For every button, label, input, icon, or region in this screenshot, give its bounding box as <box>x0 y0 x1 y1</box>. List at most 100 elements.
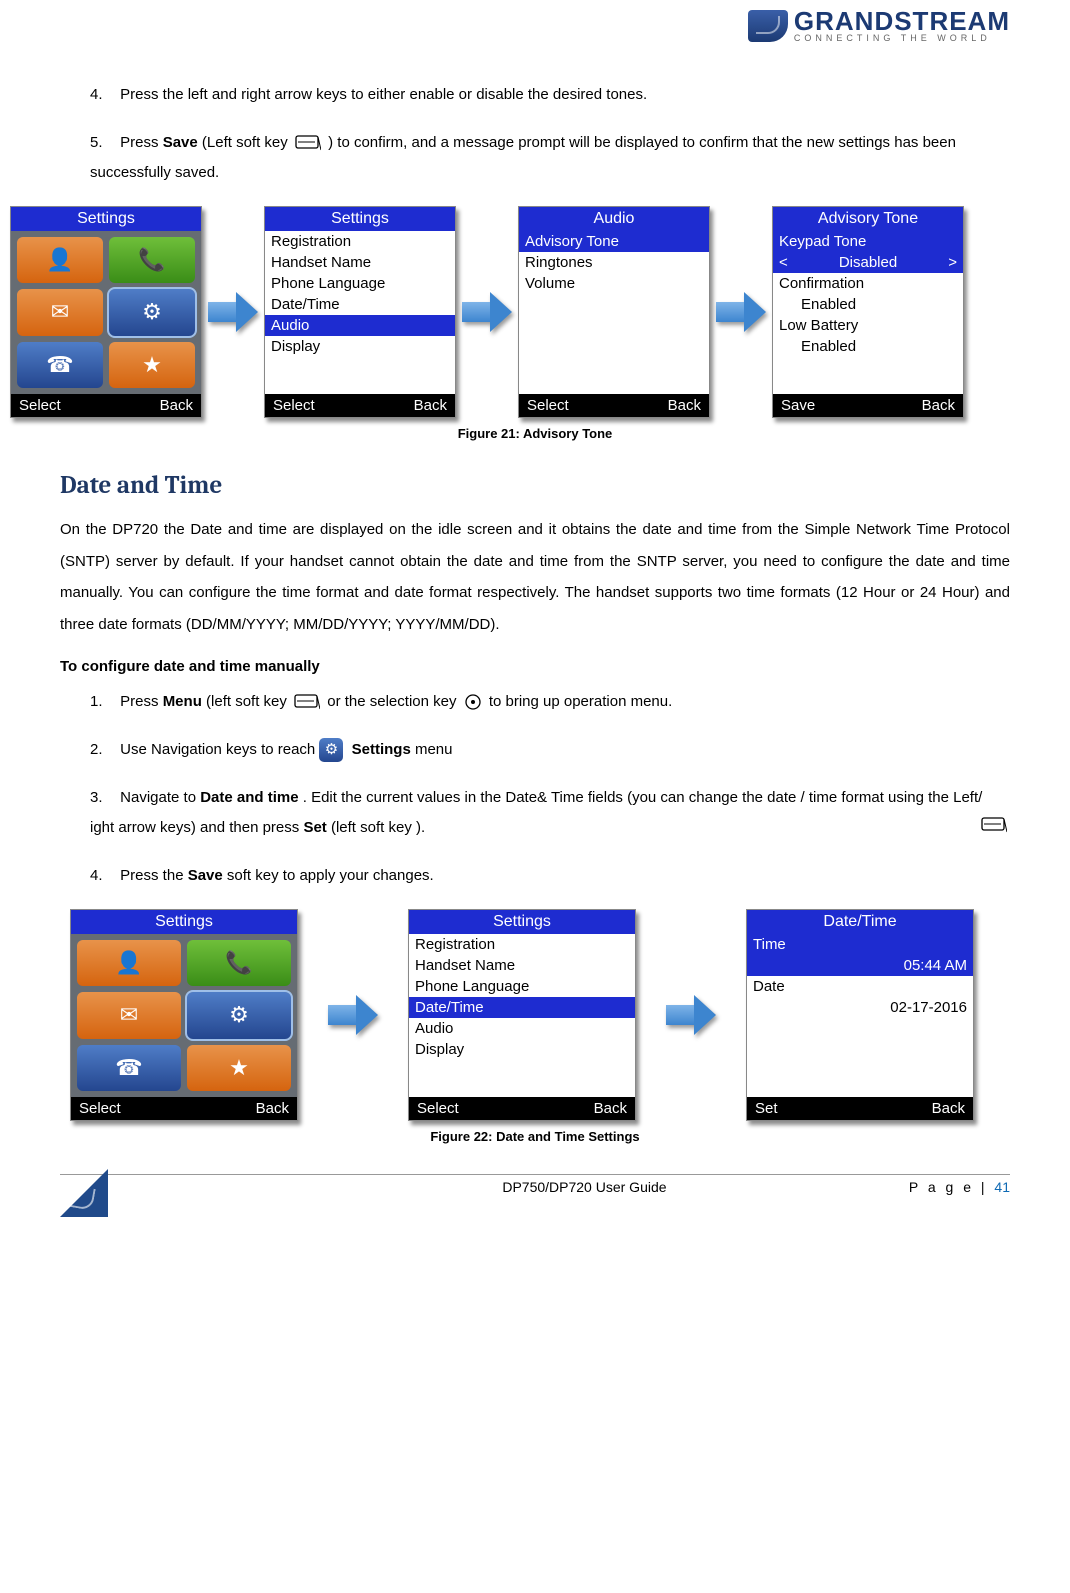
page-number: P a g e | 41 <box>909 1179 1010 1195</box>
step-bold: Settings <box>352 741 411 758</box>
favorites-icon: ★ <box>187 1045 291 1091</box>
list-item: Confirmation <box>773 273 963 294</box>
list-item: Date <box>747 976 973 997</box>
step-bold: Menu <box>163 693 202 710</box>
screen-settings-grid: Settings 👤 📞 ✉ ⚙ ☎ ★ Select Back <box>70 909 298 1121</box>
sub-heading: To configure date and time manually <box>60 658 1010 675</box>
page-num: 41 <box>994 1179 1010 1195</box>
step-5: 5. Press Save (Left soft key ) to confir… <box>90 128 1010 188</box>
list-item-selected: Audio <box>265 315 455 336</box>
figure-21-row: Settings 👤 📞 ✉ ⚙ ☎ ★ Select Back Setting… <box>10 206 1010 418</box>
dt-step-4: 4. Press the Save soft key to apply your… <box>90 861 1010 891</box>
screen-title: Audio <box>519 207 709 231</box>
step-text: to bring up operation menu. <box>489 693 672 710</box>
list-item: Volume <box>519 273 709 294</box>
chevron-left-icon: < <box>779 254 788 271</box>
step-bold: Save <box>188 867 223 884</box>
screen-title: Settings <box>11 207 201 231</box>
step-text: menu <box>415 741 453 758</box>
softkey-left: Save <box>781 397 815 414</box>
screen-date-time: Date/Time Time 05:44 AM Date 02-17-2016 … <box>746 909 974 1121</box>
step-text: Use Navigation keys to reach <box>120 741 319 758</box>
step-text: (left soft key <box>206 693 291 710</box>
figure-caption: Figure 22: Date and Time Settings <box>60 1129 1010 1144</box>
list-item: Date/Time <box>265 294 455 315</box>
chevron-right-icon: > <box>948 254 957 271</box>
logo-sub: CONNECTING THE WORLD <box>794 34 1010 43</box>
softkey-icon <box>981 817 1007 833</box>
step-number: 3. <box>90 783 116 813</box>
flow-arrow-icon <box>716 292 766 332</box>
softkey-icon <box>294 694 320 710</box>
softkey-right: Back <box>256 1100 289 1117</box>
list-item: Display <box>409 1039 635 1060</box>
dt-step-1: 1. Press Menu (left soft key or the sele… <box>90 687 1010 717</box>
list-item-selected: Keypad Tone <box>773 231 963 252</box>
settings-icon-grid: 👤 📞 ✉ ⚙ ☎ ★ <box>71 934 297 1097</box>
step-text: Press the <box>120 867 188 884</box>
contacts-icon: 👤 <box>77 940 181 986</box>
body-paragraph: On the DP720 the Date and time are displ… <box>60 514 1010 640</box>
list-item: Registration <box>409 934 635 955</box>
favorites-icon: ★ <box>109 342 195 388</box>
screen-title: Date/Time <box>747 910 973 934</box>
softkey-right: Back <box>414 397 447 414</box>
step-text: Press <box>120 134 163 151</box>
flow-arrow-icon <box>462 292 512 332</box>
voicemail-icon: ✉ <box>77 992 181 1038</box>
screen-settings-list: Settings Registration Handset Name Phone… <box>264 206 456 418</box>
list-item: Phone Language <box>265 273 455 294</box>
value-row-selected: < Disabled > <box>773 252 963 273</box>
section-heading: Date and Time <box>60 471 1010 500</box>
value-text: 05:44 AM <box>747 955 973 976</box>
selection-key-icon <box>464 693 482 711</box>
screen-audio: Audio Advisory Tone Ringtones Volume Sel… <box>518 206 710 418</box>
call-features-icon: ☎ <box>77 1045 181 1091</box>
dt-step-3: 3. Navigate to Date and time . Edit the … <box>90 783 1010 843</box>
softkey-right: Back <box>932 1100 965 1117</box>
screen-title: Settings <box>265 207 455 231</box>
contacts-icon: 👤 <box>17 237 103 283</box>
flow-arrow-icon <box>666 995 716 1035</box>
step-number: 4. <box>90 861 116 891</box>
step-text: (Left soft key <box>202 134 292 151</box>
list-item: Ringtones <box>519 252 709 273</box>
figure-22-row: Settings 👤 📞 ✉ ⚙ ☎ ★ Select Back Setting… <box>70 909 1010 1121</box>
step-text: Press the left and right arrow keys to e… <box>120 86 647 103</box>
step-number: 5. <box>90 128 116 158</box>
screen-settings-grid: Settings 👤 📞 ✉ ⚙ ☎ ★ Select Back <box>10 206 202 418</box>
footer-guide: DP750/DP720 User Guide <box>502 1179 666 1195</box>
step-text: Navigate to <box>120 789 200 806</box>
list-item: Low Battery <box>773 315 963 336</box>
screen-settings-list: Settings Registration Handset Name Phone… <box>408 909 636 1121</box>
list-item-selected: Time <box>747 934 973 955</box>
call-history-icon: 📞 <box>109 237 195 283</box>
step-text: Press <box>120 693 163 710</box>
list-item: Audio <box>409 1018 635 1039</box>
step-text: (left soft key ). <box>331 819 425 836</box>
dt-step-2: 2. Use Navigation keys to reach ⚙ Settin… <box>90 735 1010 765</box>
step-text: or the selection key <box>327 693 460 710</box>
softkey-icon <box>295 135 321 151</box>
list-item-selected: Date/Time <box>409 997 635 1018</box>
softkey-left: Select <box>417 1100 459 1117</box>
screen-title: Settings <box>409 910 635 934</box>
figure-caption: Figure 21: Advisory Tone <box>60 426 1010 441</box>
softkey-left: Select <box>79 1100 121 1117</box>
softkey-left: Select <box>527 397 569 414</box>
call-history-icon: 📞 <box>187 940 291 986</box>
screen-title: Settings <box>71 910 297 934</box>
settings-gear-icon: ⚙ <box>109 289 195 335</box>
value-text: 02-17-2016 <box>747 997 973 1018</box>
flow-arrow-icon <box>328 995 378 1035</box>
settings-gear-icon: ⚙ <box>187 992 291 1038</box>
logo-main: GRANDSTREAM <box>794 8 1010 34</box>
advisory-tone-steps: 4. Press the left and right arrow keys t… <box>60 80 1010 188</box>
step-bold: Date and time <box>200 789 298 806</box>
step-bold: Set <box>303 819 326 836</box>
corner-logo-icon <box>60 1169 108 1217</box>
softkey-right: Back <box>922 397 955 414</box>
page-label: P a g e | <box>909 1179 995 1195</box>
screen-title: Advisory Tone <box>773 207 963 231</box>
settings-gear-icon: ⚙ <box>319 738 343 762</box>
